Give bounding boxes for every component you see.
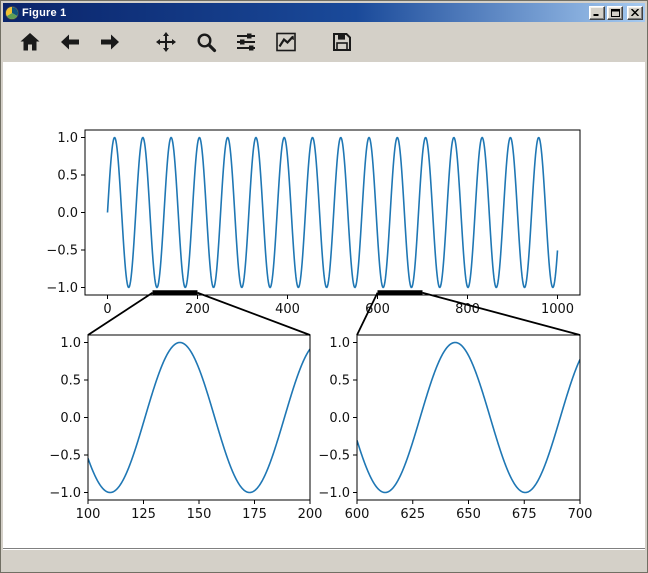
svg-text:−0.5: −0.5 [46, 244, 78, 259]
minimize-button[interactable] [589, 5, 605, 20]
axes-editor-chart-icon [276, 32, 296, 52]
zoom-button[interactable] [189, 25, 223, 59]
svg-text:700: 700 [568, 507, 593, 522]
configure-subplots-button[interactable] [229, 25, 263, 59]
edit-axes-button[interactable] [269, 25, 303, 59]
minimize-icon [593, 14, 599, 16]
svg-text:0.5: 0.5 [60, 374, 81, 389]
pan-button[interactable] [149, 25, 183, 59]
svg-text:1000: 1000 [541, 302, 574, 317]
svg-text:1.0: 1.0 [60, 336, 81, 351]
svg-text:0.0: 0.0 [57, 206, 78, 221]
svg-text:0.0: 0.0 [60, 411, 81, 426]
svg-text:125: 125 [131, 507, 156, 522]
subplot-sliders-icon [237, 33, 255, 51]
svg-text:650: 650 [456, 507, 481, 522]
figure-canvas[interactable]: 0 200 400 600 800 1000 −1.0 −0.5 0.0 0.5 1.0 100 125… [3, 62, 645, 548]
svg-text:175: 175 [242, 507, 267, 522]
svg-text:0.5: 0.5 [57, 169, 78, 184]
svg-text:−0.5: −0.5 [49, 449, 81, 464]
navigation-toolbar [3, 22, 645, 62]
svg-text:600: 600 [345, 507, 370, 522]
svg-text:400: 400 [275, 302, 300, 317]
svg-text:150: 150 [187, 507, 212, 522]
svg-text:0.5: 0.5 [329, 374, 350, 389]
svg-text:0.0: 0.0 [329, 411, 350, 426]
matplotlib-logo-icon [5, 5, 19, 20]
zoom-magnifier-icon [197, 33, 217, 53]
back-button[interactable] [53, 25, 87, 59]
svg-text:−0.5: −0.5 [318, 449, 350, 464]
svg-text:625: 625 [400, 507, 425, 522]
home-icon [20, 33, 40, 51]
svg-text:200: 200 [185, 302, 210, 317]
svg-text:100: 100 [76, 507, 101, 522]
close-button[interactable] [627, 5, 643, 20]
back-arrow-icon [61, 34, 79, 50]
svg-text:1.0: 1.0 [57, 131, 78, 146]
home-button[interactable] [13, 25, 47, 59]
save-floppy-icon [333, 33, 351, 51]
svg-text:0: 0 [103, 302, 111, 317]
window-controls [589, 5, 643, 20]
titlebar[interactable]: Figure 1 [3, 3, 645, 22]
save-button[interactable] [325, 25, 359, 59]
maximize-button[interactable] [607, 5, 623, 20]
toolbar-separator [133, 25, 149, 59]
svg-text:200: 200 [298, 507, 323, 522]
window-title: Figure 1 [22, 6, 67, 19]
figure-window: Figure 1 0 200 400 600 800 1000 −1.0 −0.… [0, 0, 648, 573]
svg-text:−1.0: −1.0 [318, 486, 350, 501]
pan-arrows-icon [156, 32, 176, 52]
forward-button[interactable] [93, 25, 127, 59]
maximize-icon [610, 8, 620, 17]
svg-text:675: 675 [512, 507, 537, 522]
svg-text:−1.0: −1.0 [49, 486, 81, 501]
svg-text:1.0: 1.0 [329, 336, 350, 351]
main-axes: 0 200 400 600 800 1000−1.0−0.50.00.51.0 [46, 129, 581, 317]
toolbar-separator [309, 25, 325, 59]
status-bar [3, 548, 645, 570]
svg-text:−1.0: −1.0 [46, 281, 78, 296]
close-icon [631, 9, 639, 16]
figure-svg: 0 200 400 600 800 1000−1.0−0.50.00.51.0100 125… [46, 129, 593, 522]
inset-left-axes: 100 125 150 175 200 −1.0 −0.5 0.0 0.5 1.0 [49, 334, 323, 522]
inset-right-axes: 600 625 650 675 700 −1.0 −0.5 0.0 0.5 1.0 [318, 334, 593, 522]
forward-arrow-icon [101, 34, 119, 50]
